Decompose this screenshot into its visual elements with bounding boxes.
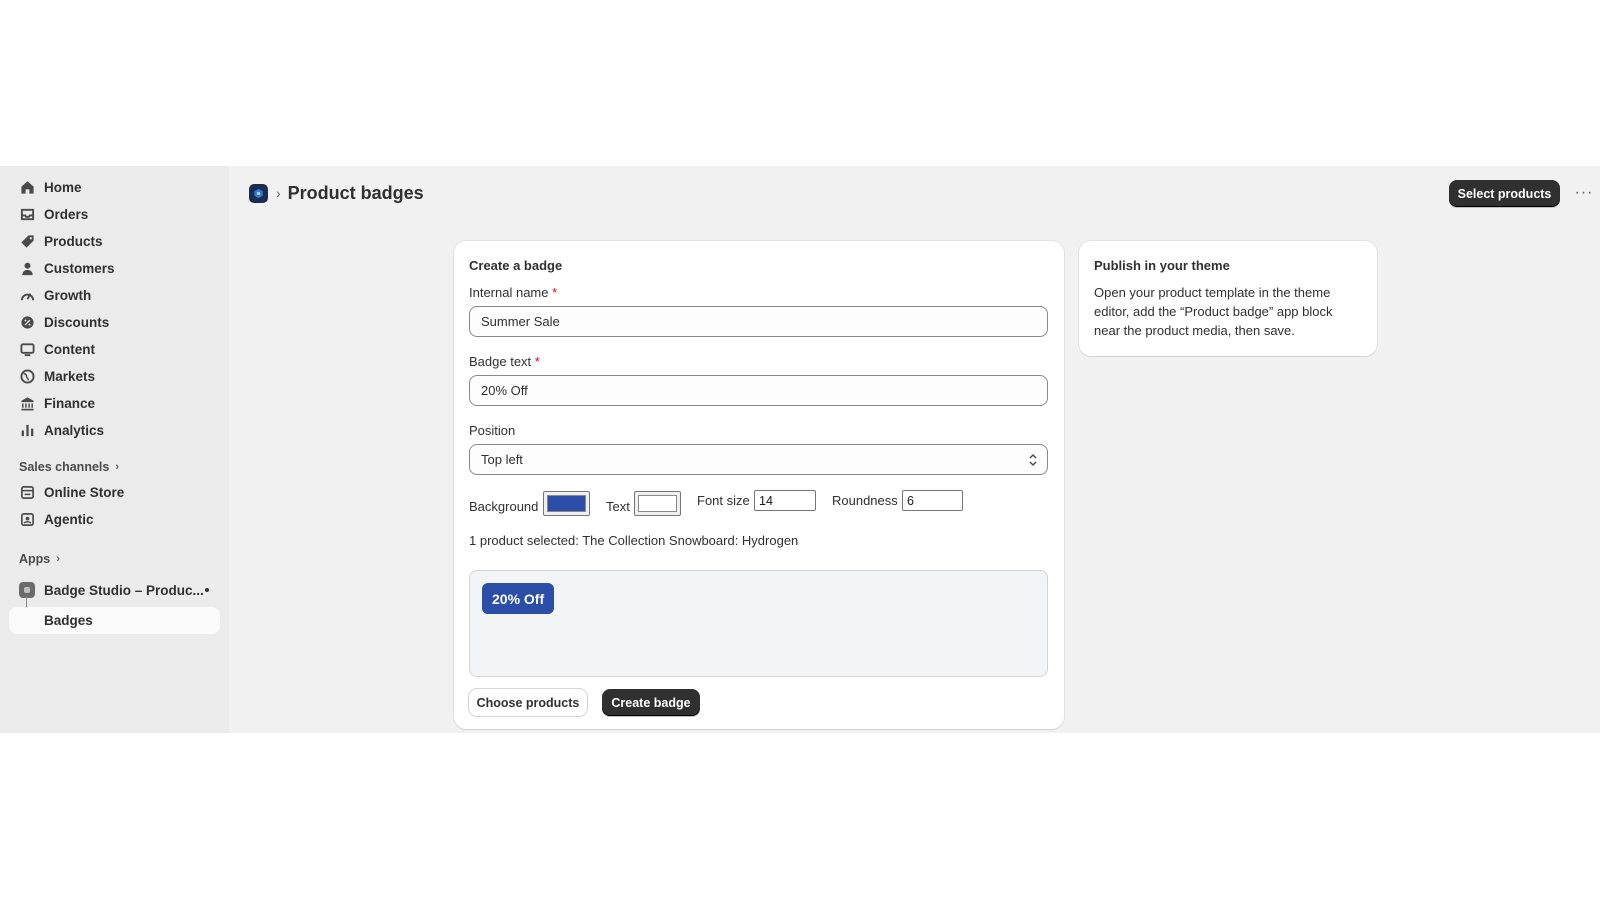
create-badge-button[interactable]: Create badge bbox=[602, 689, 700, 716]
sidebar-item-growth[interactable]: Growth bbox=[9, 282, 220, 308]
apps-section[interactable]: Apps › bbox=[19, 552, 60, 566]
sidebar-item-discounts[interactable]: Discounts bbox=[9, 309, 220, 335]
badge-preview-area: 20% Off bbox=[469, 570, 1048, 677]
chevron-right-icon: › bbox=[56, 553, 60, 565]
tag-icon bbox=[19, 233, 35, 249]
card-title: Create a badge bbox=[469, 258, 563, 273]
breadcrumb: › Product badges bbox=[249, 181, 424, 205]
agentic-icon bbox=[19, 511, 35, 527]
roundness-input[interactable]: 6 bbox=[902, 490, 963, 511]
background-color-picker[interactable] bbox=[543, 491, 590, 516]
sidebar-item-agentic[interactable]: Agentic bbox=[9, 506, 220, 532]
discount-icon bbox=[19, 314, 35, 330]
more-actions-icon[interactable]: ··· bbox=[1573, 182, 1595, 204]
sidebar-item-label: Badges bbox=[44, 613, 93, 628]
globe-icon bbox=[19, 368, 35, 384]
position-select[interactable]: Top left bbox=[469, 444, 1048, 475]
position-select-value: Top left bbox=[481, 452, 523, 467]
chevron-right-icon: › bbox=[115, 461, 119, 473]
sidebar-item-content[interactable]: Content bbox=[9, 336, 220, 362]
sidebar-item-label: Agentic bbox=[44, 511, 94, 527]
internal-name-label-text: Internal name bbox=[469, 285, 549, 300]
sidebar: Home Orders Products Customers Growth Di… bbox=[0, 166, 229, 733]
required-mark: * bbox=[534, 354, 540, 369]
required-mark: * bbox=[552, 285, 558, 300]
inbox-icon bbox=[19, 206, 35, 222]
unread-dot bbox=[205, 588, 209, 592]
gauge-icon bbox=[19, 287, 35, 303]
position-label: Position bbox=[469, 423, 516, 438]
store-icon bbox=[19, 484, 35, 500]
sidebar-item-label: Markets bbox=[44, 368, 96, 384]
sidebar-item-label: Products bbox=[44, 233, 103, 249]
select-products-button[interactable]: Select products bbox=[1449, 180, 1560, 207]
sidebar-item-home[interactable]: Home bbox=[9, 174, 220, 200]
text-color-picker[interactable] bbox=[634, 491, 681, 516]
publish-theme-card: Publish in your theme Open your product … bbox=[1079, 241, 1377, 356]
sidebar-item-analytics[interactable]: Analytics bbox=[9, 417, 220, 443]
sidebar-item-label: Home bbox=[44, 179, 82, 195]
bar-chart-icon bbox=[19, 422, 35, 438]
sidebar-item-label: Growth bbox=[44, 287, 92, 303]
roundness-label: Roundness bbox=[832, 493, 898, 508]
side-card-body: Open your product template in the theme … bbox=[1094, 285, 1333, 338]
sidebar-item-online-store[interactable]: Online Store bbox=[9, 479, 220, 505]
badge-text-label: Badge text * bbox=[469, 354, 540, 369]
text-color-swatch bbox=[638, 495, 677, 512]
sales-channels-label: Sales channels bbox=[19, 460, 110, 474]
create-badge-card: Create a badge Internal name * Summer Sa… bbox=[454, 241, 1064, 729]
monitor-icon bbox=[19, 341, 35, 357]
app-logo-icon[interactable] bbox=[249, 183, 268, 203]
sidebar-item-finance[interactable]: Finance bbox=[9, 390, 220, 416]
admin-app: Home Orders Products Customers Growth Di… bbox=[0, 166, 1600, 733]
person-icon bbox=[19, 260, 35, 276]
sidebar-item-badge-studio[interactable]: Badge Studio – Produc... bbox=[9, 577, 220, 603]
background-color-label: Background bbox=[469, 499, 539, 514]
sidebar-item-label: Badge Studio – Produc... bbox=[44, 582, 204, 598]
sidebar-item-markets[interactable]: Markets bbox=[9, 363, 220, 389]
sidebar-item-label: Online Store bbox=[44, 484, 125, 500]
select-chevron-icon bbox=[1029, 454, 1037, 466]
text-color-label: Text bbox=[606, 499, 630, 514]
badge-text-label-text: Badge text bbox=[469, 354, 532, 369]
background-color-swatch bbox=[547, 495, 586, 512]
sidebar-item-label: Content bbox=[44, 341, 95, 357]
home-icon bbox=[19, 179, 35, 195]
badge-text-input[interactable]: 20% Off bbox=[469, 375, 1048, 406]
apps-label: Apps bbox=[19, 552, 51, 566]
preview-badge: 20% Off bbox=[482, 583, 555, 614]
selected-products-text: 1 product selected: The Collection Snowb… bbox=[469, 533, 799, 548]
page-title: Product badges bbox=[287, 182, 424, 203]
choose-products-button[interactable]: Choose products bbox=[469, 689, 587, 716]
sidebar-item-customers[interactable]: Customers bbox=[9, 255, 220, 281]
breadcrumb-separator: › bbox=[276, 185, 281, 201]
internal-name-input[interactable]: Summer Sale bbox=[469, 306, 1048, 337]
sidebar-item-label: Customers bbox=[44, 260, 115, 276]
side-card-title: Publish in your theme bbox=[1094, 258, 1230, 273]
sidebar-item-orders[interactable]: Orders bbox=[9, 201, 220, 227]
font-size-label: Font size bbox=[697, 493, 750, 508]
sidebar-item-label: Orders bbox=[44, 206, 89, 222]
sidebar-item-label: Analytics bbox=[44, 422, 105, 438]
sidebar-item-products[interactable]: Products bbox=[9, 228, 220, 254]
sidebar-item-label: Discounts bbox=[44, 314, 110, 330]
sidebar-item-badges[interactable]: Badges bbox=[9, 607, 220, 634]
bank-icon bbox=[19, 395, 35, 411]
sales-channels-section[interactable]: Sales channels › bbox=[19, 460, 119, 474]
internal-name-label: Internal name * bbox=[469, 285, 557, 300]
sidebar-item-label: Finance bbox=[44, 395, 96, 411]
font-size-input[interactable]: 14 bbox=[754, 490, 816, 511]
